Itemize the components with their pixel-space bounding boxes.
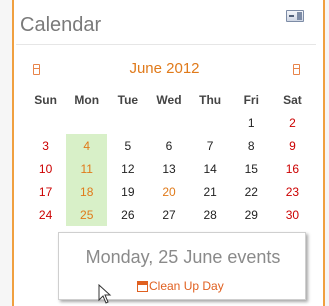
next-month-icon[interactable] (293, 64, 300, 75)
day-cell[interactable]: 22 (231, 180, 272, 203)
day-cell[interactable]: 24 (25, 203, 66, 226)
day-cell[interactable]: 19 (107, 180, 148, 203)
day-cell[interactable]: 3 (25, 134, 66, 157)
day-cell (66, 111, 107, 134)
day-cell (25, 111, 66, 134)
weekday-header: Wed (156, 92, 182, 107)
day-cell[interactable]: 27 (148, 203, 189, 226)
hide-block-icon[interactable] (286, 10, 304, 22)
weekday-header: Fri (243, 92, 259, 107)
day-cell[interactable]: 6 (148, 134, 189, 157)
mouse-cursor-icon (98, 284, 112, 304)
weekday-header: Thu (199, 92, 222, 107)
day-cell-highlighted[interactable]: 18 (66, 180, 108, 203)
day-cell-highlighted[interactable]: 11 (66, 157, 108, 180)
day-cell[interactable]: 30 (272, 203, 313, 226)
day-cell (190, 111, 231, 134)
day-cell[interactable]: 9 (272, 134, 313, 157)
day-cell[interactable]: 26 (107, 203, 148, 226)
day-cell[interactable]: 5 (107, 134, 148, 157)
day-cell[interactable]: 2 (272, 111, 313, 134)
weekday-header: Mon (74, 92, 100, 107)
day-cell (107, 111, 148, 134)
day-cell-event[interactable]: 20 (148, 180, 189, 203)
day-cell[interactable]: 14 (190, 157, 231, 180)
day-cell[interactable]: 10 (25, 157, 66, 180)
day-cell[interactable]: 16 (272, 157, 313, 180)
day-cell-highlighted[interactable]: 4 (66, 134, 108, 157)
month-label: June 2012 (129, 60, 200, 77)
popup-title: Monday, 25 June events (85, 247, 281, 267)
day-cell[interactable]: 12 (107, 157, 148, 180)
block-title: Calendar (20, 14, 102, 36)
event-link[interactable]: Clean Up Day (137, 279, 224, 293)
day-cell[interactable]: 7 (190, 134, 231, 157)
day-cell-highlighted[interactable]: 25 (66, 203, 108, 226)
day-cell (148, 111, 189, 134)
day-cell[interactable]: 21 (190, 180, 231, 203)
weekday-header: Sun (34, 92, 57, 107)
events-popup: Monday, 25 June events Clean Up Day (58, 232, 306, 300)
day-cell[interactable]: 29 (231, 203, 272, 226)
title-divider (16, 44, 316, 45)
day-cell[interactable]: 15 (231, 157, 272, 180)
day-cell[interactable]: 8 (231, 134, 272, 157)
day-cell[interactable]: 28 (190, 203, 231, 226)
calendar-table: Sun Mon Tue Wed Thu Fri Sat 1 2 3 4 5 6 … (25, 88, 313, 226)
event-label[interactable]: Clean Up Day (149, 279, 224, 293)
weekday-header: Tue (117, 92, 139, 107)
day-cell[interactable]: 23 (272, 180, 313, 203)
calendar-event-icon (137, 280, 148, 292)
day-cell[interactable]: 13 (148, 157, 189, 180)
day-cell[interactable]: 17 (25, 180, 66, 203)
weekday-header: Sat (283, 92, 302, 107)
day-cell[interactable]: 1 (231, 111, 272, 134)
